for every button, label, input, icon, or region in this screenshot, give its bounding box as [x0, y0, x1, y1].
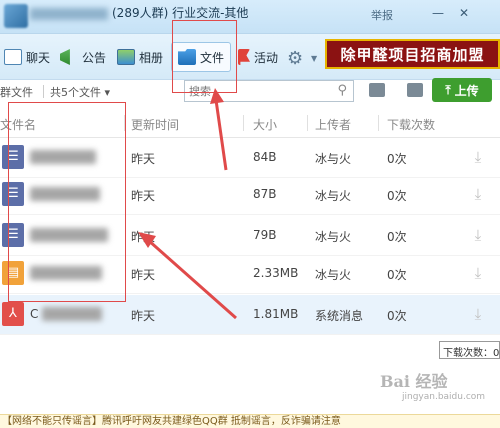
tab-notice-label: 公告	[82, 50, 107, 65]
tab-album-label: 相册	[139, 50, 164, 65]
annotation-box-files-tab	[172, 20, 237, 93]
row-size: 79B	[253, 228, 277, 242]
row-uploader: 冰与火	[315, 230, 352, 244]
upload-icon: ⤒	[445, 82, 451, 97]
file-count-dropdown[interactable]: 共5个文件 ▾	[50, 84, 110, 100]
gear-icon[interactable]: ⚙	[287, 48, 303, 69]
row-downloads: 0次	[387, 230, 407, 244]
tab-notice[interactable]: 公告	[60, 44, 106, 70]
notice-bar[interactable]: 【网络不能只传谣言】腾讯呼吁网友共建绿色QQ群 抵制谣言，反诈骗请注意	[0, 414, 500, 428]
download-icon[interactable]: ⤓	[469, 148, 487, 166]
file-count-text: 共5个文件	[50, 86, 101, 99]
blurred-group-id	[30, 7, 108, 20]
search-icon[interactable]: ⚲	[337, 83, 347, 98]
divider	[307, 115, 308, 131]
row-time: 昨天	[131, 268, 156, 282]
tab-events[interactable]: 活动	[238, 44, 278, 70]
row-downloads: 0次	[387, 309, 407, 323]
row-uploader: 系统消息	[315, 309, 364, 323]
row-time: 昨天	[131, 189, 156, 203]
tab-events-label: 活动	[254, 50, 279, 65]
close-button[interactable]: ✕	[456, 6, 472, 20]
header-size[interactable]: 大小	[253, 116, 277, 133]
divider	[378, 115, 379, 131]
row-downloads: 0次	[387, 189, 407, 203]
blurred-file-name	[42, 307, 102, 321]
group-avatar[interactable]	[4, 4, 28, 28]
row-time: 昨天	[131, 309, 156, 323]
group-name: (289人群) 行业交流-其他	[30, 4, 248, 21]
row-size: 87B	[253, 187, 277, 201]
watermark-brand: Bai 经验	[380, 372, 448, 391]
chat-icon	[4, 49, 22, 65]
notice-icon	[60, 49, 70, 65]
ad-banner[interactable]: 除甲醛项目招商加盟	[325, 39, 500, 69]
album-icon	[117, 49, 135, 65]
tab-chat-label: 聊天	[26, 50, 51, 65]
row-uploader: 冰与火	[315, 152, 352, 166]
row-time: 昨天	[131, 230, 156, 244]
divider	[43, 85, 44, 98]
report-link[interactable]: 举报	[371, 7, 393, 23]
print-icon[interactable]	[407, 83, 423, 97]
row-size: 2.33MB	[253, 266, 299, 280]
annotation-box-file-list	[8, 102, 126, 302]
header-uploader[interactable]: 上传者	[315, 116, 351, 133]
download-icon[interactable]: ⤓	[469, 185, 487, 203]
download-icon[interactable]: ⤓	[469, 264, 487, 282]
upload-label: 上传	[454, 83, 479, 98]
group-files-label[interactable]: 群文件	[0, 84, 33, 100]
download-icon[interactable]: ⤓	[469, 305, 487, 323]
upload-button[interactable]: ⤒ 上传	[432, 78, 492, 102]
row-uploader: 冰与火	[315, 268, 352, 282]
minimize-button[interactable]: —	[430, 6, 446, 20]
tab-chat[interactable]: 聊天	[4, 44, 50, 70]
file-name-prefix: C	[30, 307, 39, 321]
download-icon[interactable]: ⤓	[469, 226, 487, 244]
divider	[243, 115, 244, 131]
row-size: 1.81MB	[253, 307, 299, 321]
header-time[interactable]: 更新时间	[131, 116, 179, 133]
download-count-tooltip: 下载次数：0	[439, 341, 500, 359]
chevron-down-icon: ▾	[104, 86, 111, 99]
baidu-watermark: Bai 经验 jingyan.baidu.com	[380, 368, 485, 402]
row-downloads: 0次	[387, 152, 407, 166]
tab-album[interactable]: 相册	[117, 44, 163, 70]
flag-icon	[238, 49, 250, 65]
group-name-text: (289人群) 行业交流-其他	[112, 6, 249, 20]
pdf-icon: ⅄	[2, 302, 24, 326]
row-time: 昨天	[131, 152, 156, 166]
new-folder-icon[interactable]	[369, 83, 385, 97]
row-downloads: 0次	[387, 268, 407, 282]
row-uploader: 冰与火	[315, 189, 352, 203]
chevron-down-icon[interactable]: ▼	[311, 54, 317, 63]
row-size: 84B	[253, 150, 277, 164]
watermark-url: jingyan.baidu.com	[402, 392, 486, 402]
title-bar: (289人群) 行业交流-其他 举报 — ✕	[0, 0, 500, 34]
header-downloads[interactable]: 下载次数	[387, 116, 435, 133]
